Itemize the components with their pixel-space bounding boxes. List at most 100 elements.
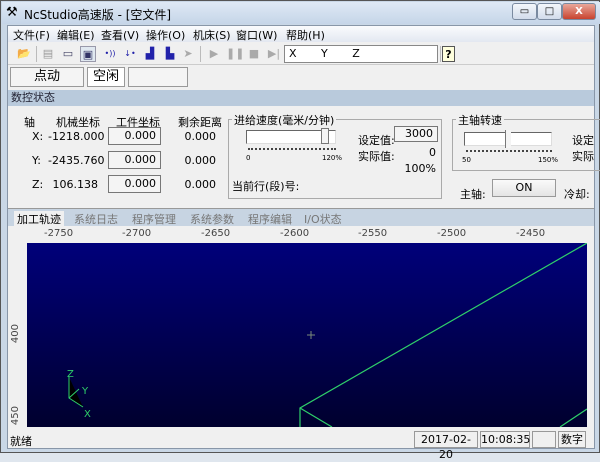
- document-icon[interactable]: ▤: [40, 46, 56, 62]
- x-tick: -2450: [516, 228, 546, 239]
- header-remain: 剩余距离: [178, 116, 222, 129]
- tab-io-status[interactable]: I/O状态: [304, 211, 342, 226]
- tab-toolpath[interactable]: 加工轨迹: [14, 211, 64, 226]
- x-tick: -2700: [122, 228, 152, 239]
- feed-max: 120%: [322, 154, 343, 162]
- axis-y-label: Y:: [32, 154, 41, 167]
- tab-bar: 加工轨迹 系统日志 程序管理 系统参数 程序编辑 I/O状态: [8, 208, 594, 226]
- feed-percent: 100%: [404, 162, 436, 175]
- crosshair-icon: [307, 331, 315, 339]
- feed-actual-value: 0: [429, 146, 436, 159]
- menu-edit[interactable]: 编辑(E): [57, 27, 95, 43]
- menu-view[interactable]: 查看(V): [101, 27, 139, 43]
- spindle-label: 主轴:: [460, 188, 486, 201]
- y-remain: 0.000: [184, 154, 217, 167]
- x-tick: -2550: [358, 228, 388, 239]
- minimize-button[interactable]: ▭: [512, 3, 537, 20]
- header-axis: 轴: [24, 116, 35, 129]
- x-tick: -2750: [44, 228, 74, 239]
- x-tick: -2500: [437, 228, 467, 239]
- step-forward-icon[interactable]: ▶|: [266, 46, 282, 62]
- y-tick: 450: [10, 406, 21, 426]
- y-tick: 400: [10, 324, 21, 344]
- cnc-machine-icon: ⚒: [6, 5, 18, 20]
- toolpath-view[interactable]: Z Y X: [27, 243, 587, 427]
- x-machine: -1218.000: [48, 130, 105, 143]
- menu-bar: 文件(F) 编辑(E) 查看(V) 操作(O) 机床(S) 窗口(W) 帮助(H…: [8, 26, 594, 42]
- status-date: 2017-02-20: [414, 431, 478, 461]
- maximize-button[interactable]: □: [537, 3, 562, 20]
- window-icon[interactable]: ▭: [60, 46, 76, 62]
- y-work-field[interactable]: 0.000: [108, 151, 161, 169]
- open-folder-icon[interactable]: 📂: [16, 46, 32, 62]
- x-remain: 0.000: [184, 130, 217, 143]
- spindle-actual-label: 实际: [572, 150, 594, 163]
- play-icon[interactable]: ▶: [206, 46, 222, 62]
- menu-help[interactable]: 帮助(H): [286, 27, 325, 43]
- menu-operate[interactable]: 操作(O): [146, 27, 185, 43]
- feed-min: 0: [246, 154, 251, 162]
- current-line-label: 当前行(段)号:: [232, 180, 300, 193]
- stop-icon[interactable]: ■: [246, 46, 262, 62]
- z-machine: 106.138: [52, 178, 99, 191]
- toolpath-line: [559, 408, 587, 427]
- jog-mode[interactable]: 点动: [10, 67, 84, 87]
- feed-set-label: 设定值:: [358, 134, 395, 147]
- monitor-icon[interactable]: ▣: [80, 46, 96, 62]
- machine-state: 空闲: [87, 67, 125, 87]
- toolbar: 📂 ▤ ▭ ▣ •)) ↓• ▟ ▙ ➤ ▶ ❚❚ ■ ▶| X Y Z ?: [8, 43, 594, 65]
- zero-icon[interactable]: ▙: [162, 46, 178, 62]
- spindle-min: 50: [462, 156, 471, 164]
- toolpath-line: [299, 407, 333, 427]
- status-text: 就绪: [10, 435, 32, 448]
- menu-file[interactable]: 文件(F): [13, 27, 50, 43]
- feed-set-field[interactable]: 3000: [394, 126, 438, 142]
- menu-window[interactable]: 窗口(W): [236, 27, 277, 43]
- tab-program-edit[interactable]: 程序编辑: [248, 211, 292, 226]
- home-icon[interactable]: ▟: [142, 46, 158, 62]
- axes-field[interactable]: X Y Z: [284, 45, 438, 63]
- axis-z-label: Z:: [32, 178, 44, 191]
- probe-icon[interactable]: •)): [102, 46, 118, 62]
- title-bar: ⚒ NcStudio高速版 - [空文件] ▭ □ X: [2, 2, 600, 24]
- y-machine: -2435.760: [48, 154, 105, 167]
- tool-measure-icon[interactable]: ↓•: [122, 46, 138, 62]
- feed-slider-thumb[interactable]: [321, 128, 329, 144]
- x-work-field[interactable]: 0.000: [108, 127, 161, 145]
- status-numlock: 数字: [558, 431, 586, 448]
- axis-x-label: X: [84, 409, 91, 420]
- spindle-on-button[interactable]: ON: [492, 179, 556, 197]
- spindle-set-label: 设定: [572, 134, 594, 147]
- main-window: ⚒ NcStudio高速版 - [空文件] ▭ □ X 文件(F) 编辑(E) …: [0, 0, 600, 461]
- spindle-slider-ticks: [466, 150, 552, 152]
- x-ruler: -2750 -2700 -2650 -2600 -2550 -2500 -245…: [8, 226, 594, 242]
- client-area: 文件(F) 编辑(E) 查看(V) 操作(O) 机床(S) 窗口(W) 帮助(H…: [7, 25, 600, 461]
- menu-machine[interactable]: 机床(S): [193, 27, 231, 43]
- tab-system-log[interactable]: 系统日志: [74, 211, 118, 226]
- z-work-field[interactable]: 0.000: [108, 175, 161, 193]
- step-icon[interactable]: ➤: [180, 46, 196, 62]
- spindle-title: 主轴转速: [456, 112, 504, 128]
- pause-icon[interactable]: ❚❚: [226, 46, 244, 62]
- window-title: NcStudio高速版 - [空文件]: [24, 8, 172, 22]
- spindle-max: 150%: [538, 156, 559, 164]
- status-time: 10:08:35: [480, 431, 531, 448]
- tab-program-manage[interactable]: 程序管理: [132, 211, 176, 226]
- section-title: 数控状态: [8, 90, 594, 106]
- axis-y-label: Y: [81, 386, 89, 397]
- axis-triad-icon: [68, 377, 84, 408]
- status-blank: [532, 431, 556, 448]
- mode-extra: [128, 67, 188, 87]
- toolpath-line: [299, 243, 587, 427]
- x-tick: -2600: [280, 228, 310, 239]
- z-remain: 0.000: [184, 178, 217, 191]
- help-icon[interactable]: ?: [442, 46, 455, 62]
- close-button[interactable]: X: [562, 3, 596, 20]
- tab-system-params[interactable]: 系统参数: [190, 211, 234, 226]
- coolant-label: 冷却:: [564, 188, 590, 201]
- x-tick: -2650: [201, 228, 231, 239]
- header-machine: 机械坐标: [56, 116, 100, 129]
- feed-title: 进给速度(毫米/分钟): [232, 112, 337, 128]
- spindle-slider-thumb[interactable]: [505, 130, 511, 148]
- feed-slider-ticks: [248, 148, 336, 150]
